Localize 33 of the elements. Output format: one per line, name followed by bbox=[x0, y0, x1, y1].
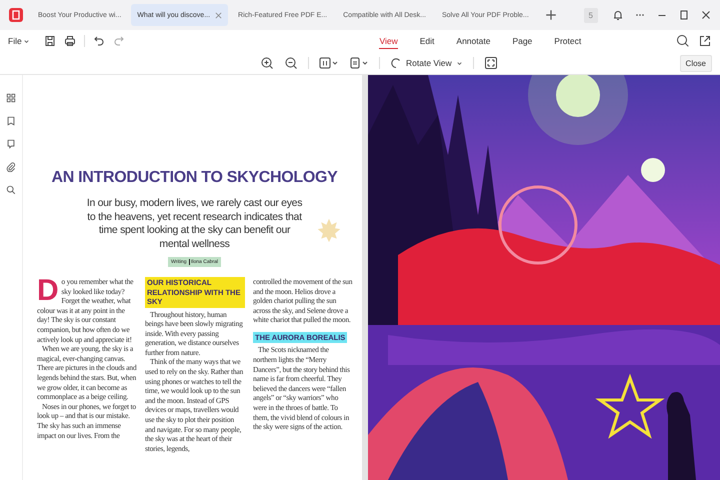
zoom-out-icon[interactable] bbox=[284, 56, 298, 70]
close-button[interactable]: Close bbox=[680, 54, 712, 72]
rotate-view-dropdown[interactable]: Rotate View bbox=[390, 57, 463, 69]
caret-icon bbox=[22, 38, 30, 44]
ribbon-tab[interactable]: Protect bbox=[554, 34, 582, 48]
maximize-icon[interactable] bbox=[678, 9, 690, 21]
page-layout-icon[interactable] bbox=[349, 57, 369, 69]
add-tab-icon[interactable] bbox=[544, 9, 557, 21]
undo-icon[interactable] bbox=[92, 35, 105, 47]
thumbnails-icon[interactable] bbox=[6, 93, 16, 103]
search-icon[interactable] bbox=[676, 34, 690, 48]
search-icon[interactable] bbox=[6, 185, 16, 195]
bookmark-icon[interactable] bbox=[6, 116, 16, 126]
comment-icon[interactable] bbox=[6, 139, 16, 149]
caret-icon bbox=[456, 60, 463, 66]
save-icon[interactable] bbox=[44, 35, 56, 47]
ribbon-tab[interactable]: View bbox=[379, 34, 398, 48]
share-icon[interactable] bbox=[698, 34, 712, 48]
article-intro: In our busy, modern lives, we rarely cast our eyes to the heavens, yet recent research indicates that time spent looking at the sky can benefit our mental wellness bbox=[86, 197, 304, 251]
ribbon-tab[interactable]: Edit bbox=[420, 34, 434, 48]
fullscreen-icon[interactable] bbox=[484, 56, 498, 70]
print-icon[interactable] bbox=[64, 35, 76, 47]
bell-icon[interactable] bbox=[612, 9, 624, 21]
rotate-icon bbox=[390, 57, 402, 69]
file-menu[interactable]: File bbox=[8, 36, 30, 46]
ribbon-tab[interactable]: Page bbox=[512, 34, 532, 48]
actual-size-icon[interactable] bbox=[319, 57, 339, 69]
ribbon-tab[interactable]: Annotate bbox=[456, 34, 490, 48]
app-logo-icon bbox=[8, 7, 24, 23]
article-title: AN INTRODUCTION TO SKYCHOLOGY bbox=[51, 169, 338, 187]
close-icon[interactable] bbox=[700, 9, 712, 21]
zoom-in-icon[interactable] bbox=[260, 56, 274, 70]
paperclip-icon[interactable] bbox=[6, 162, 16, 172]
